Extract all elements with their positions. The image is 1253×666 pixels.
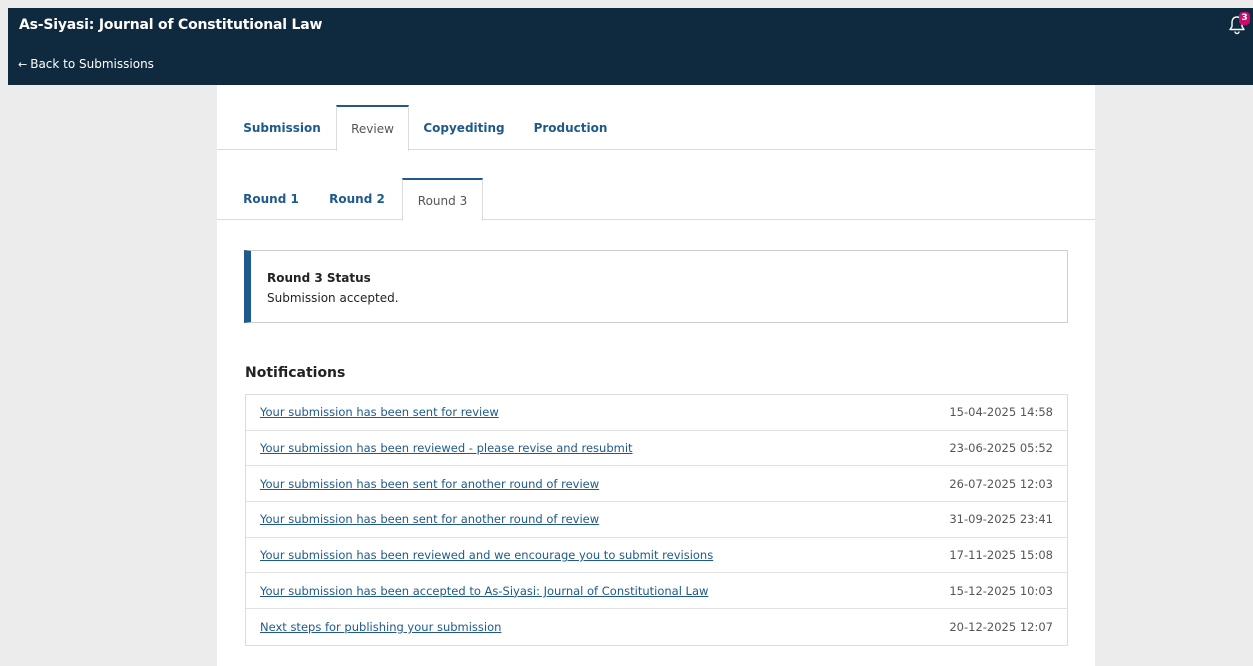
notification-date: 20-12-2025 12:07 [949, 619, 1053, 634]
tab-round-2[interactable]: Round 2 [321, 178, 393, 220]
tab-review[interactable]: Review [336, 105, 409, 151]
notification-row: Next steps for publishing your submissio… [246, 609, 1067, 645]
round-status-title: Round 3 Status [267, 271, 371, 285]
notification-link[interactable]: Next steps for publishing your submissio… [260, 620, 501, 634]
notifications-heading: Notifications [245, 365, 346, 381]
round-status-text: Submission accepted. [267, 291, 399, 305]
back-to-submissions-link[interactable]: ← Back to Submissions [18, 57, 154, 71]
notification-row: Your submission has been accepted to As-… [246, 573, 1067, 610]
tab-submission[interactable]: Submission [231, 105, 333, 150]
tab-copyediting[interactable]: Copyediting [417, 105, 511, 150]
notification-date: 26-07-2025 12:03 [949, 476, 1053, 491]
notification-date: 31-09-2025 23:41 [949, 512, 1053, 527]
notification-link[interactable]: Your submission has been sent for anothe… [260, 477, 599, 491]
notification-link[interactable]: Your submission has been sent for review [260, 405, 499, 419]
notification-link[interactable]: Your submission has been reviewed and we… [260, 548, 713, 562]
workflow-panel: Submission Review Copyediting Production… [217, 85, 1095, 666]
notification-link[interactable]: Your submission has been accepted to As-… [260, 584, 708, 598]
notification-link[interactable]: Your submission has been sent for anothe… [260, 512, 599, 526]
notification-date: 15-12-2025 10:03 [949, 583, 1053, 598]
top-header: As-Siyasi: Journal of Constitutional Law… [8, 8, 1253, 85]
back-arrow-icon: ← [18, 57, 28, 71]
notification-row: Your submission has been sent for anothe… [246, 502, 1067, 538]
workflow-tabs: Submission Review Copyediting Production [217, 105, 1095, 151]
journal-title: As-Siyasi: Journal of Constitutional Law [19, 17, 323, 33]
tab-round-3[interactable]: Round 3 [402, 178, 483, 221]
notifications-list: Your submission has been sent for review… [245, 394, 1068, 646]
notification-row: Your submission has been sent for review… [246, 395, 1067, 431]
tab-round-1[interactable]: Round 1 [235, 178, 307, 220]
tab-production[interactable]: Production [522, 105, 619, 150]
notification-date: 15-04-2025 14:58 [949, 405, 1053, 420]
round-status-box: Round 3 Status Submission accepted. [244, 250, 1068, 323]
notification-link[interactable]: Your submission has been reviewed - plea… [260, 441, 633, 455]
review-round-tabs: Round 1 Round 2 Round 3 [217, 178, 1095, 221]
notification-row: Your submission has been reviewed - plea… [246, 431, 1067, 467]
notification-count-badge: 3 [1239, 12, 1250, 25]
notification-row: Your submission has been reviewed and we… [246, 538, 1067, 574]
notification-date: 17-11-2025 15:08 [949, 548, 1053, 563]
back-link-label: Back to Submissions [30, 57, 154, 71]
notification-row: Your submission has been sent for anothe… [246, 466, 1067, 503]
notification-date: 23-06-2025 05:52 [949, 441, 1053, 456]
notifications-bell-button[interactable]: 3 [1228, 12, 1250, 36]
